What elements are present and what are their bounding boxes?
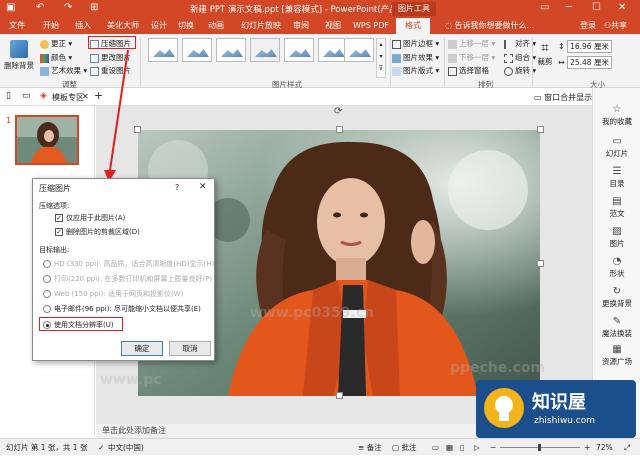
highlight-document-resolution (39, 317, 123, 331)
radio-icon (43, 305, 51, 313)
help-button[interactable]: ? (175, 183, 179, 192)
section-target-output: 目标输出: (39, 246, 70, 254)
resolution-web-radio[interactable]: Web (150 ppi): 适用于网页和投影仪(W) (43, 289, 183, 299)
section-compress-options: 压缩选项: (39, 202, 70, 210)
radio-icon (43, 275, 51, 283)
dialog-close-icon[interactable]: ✕ (199, 182, 207, 192)
resolution-print-radio[interactable]: 打印(220 ppi): 在多数打印机和屏幕上质量良好(P) (43, 274, 212, 284)
resolution-hd-radio[interactable]: HD (330 ppi): 高品质，适合高清晰度(HD)显示(H) (43, 259, 214, 269)
resolution-email-radio[interactable]: 电子邮件(96 ppi): 尽可能缩小文档以便共享(E) (43, 304, 201, 314)
radio-icon (43, 290, 51, 298)
checkbox-checked-icon: ✓ (55, 214, 63, 222)
dialog-title: 压缩图片 (39, 184, 71, 193)
ok-button[interactable]: 确定 (121, 341, 163, 356)
cancel-button[interactable]: 取消 (169, 341, 211, 356)
apply-only-checkbox[interactable]: ✓ 仅应用于此图片(A) (55, 213, 125, 223)
radio-icon (43, 260, 51, 268)
delete-cropped-checkbox[interactable]: ✓ 删除图片的剪裁区域(D) (55, 227, 140, 237)
checkbox-checked-icon: ✓ (55, 228, 63, 236)
compress-pictures-dialog: 压缩图片 ? ✕ 压缩选项: ✓ 仅应用于此图片(A) ✓ 删除图片的剪裁区域(D)… (32, 178, 215, 361)
